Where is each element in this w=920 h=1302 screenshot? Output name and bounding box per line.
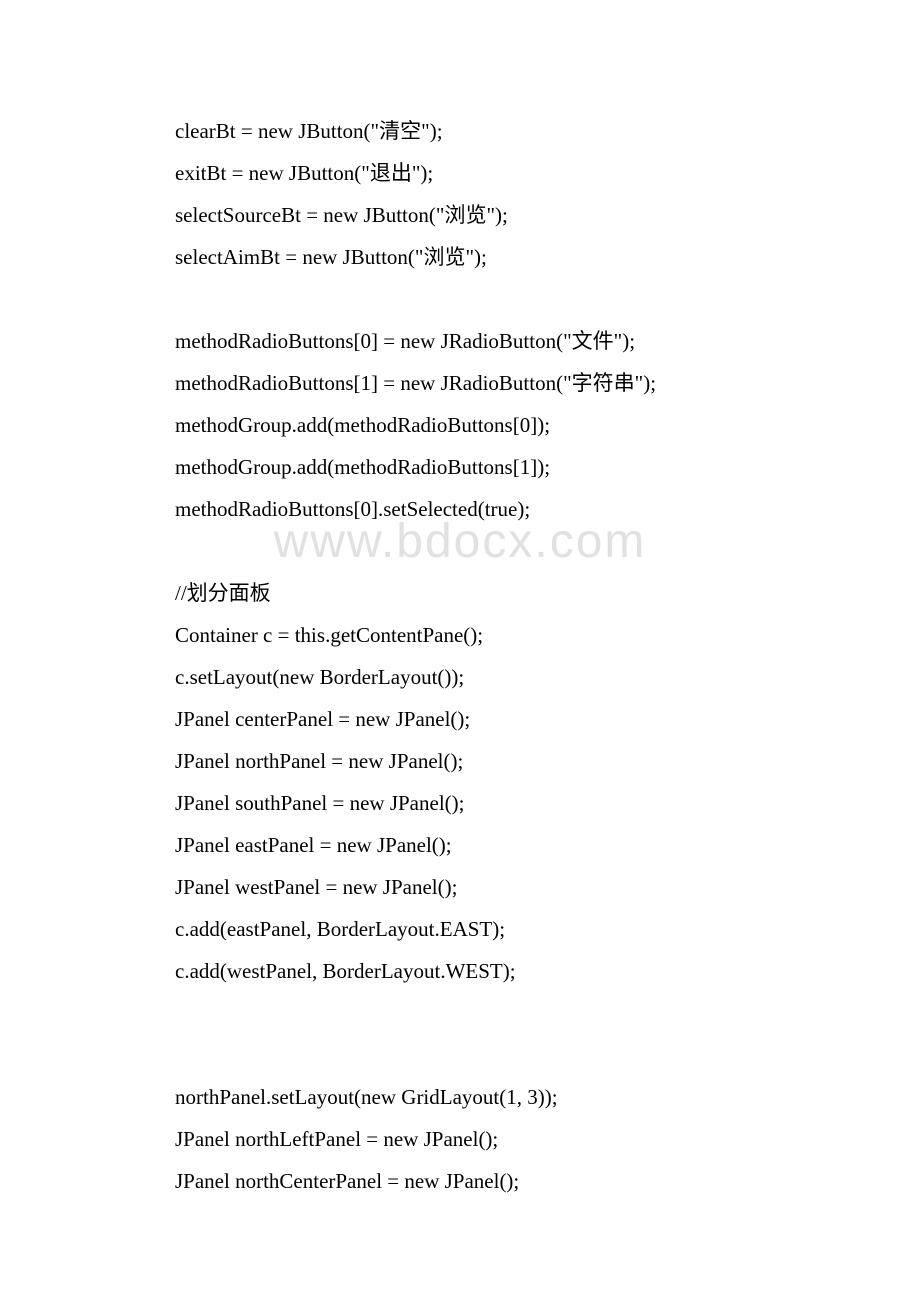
document-page: clearBt = new JButton("清空"); exitBt = ne… [0,0,920,1292]
blank-line [175,1034,775,1076]
code-line: JPanel eastPanel = new JPanel(); [175,824,775,866]
code-line: selectSourceBt = new JButton("浏览"); [175,194,775,236]
code-line: Container c = this.getContentPane(); [175,614,775,656]
code-line: exitBt = new JButton("退出"); [175,152,775,194]
code-line: c.setLayout(new BorderLayout()); [175,656,775,698]
code-line: JPanel centerPanel = new JPanel(); [175,698,775,740]
code-line: JPanel northCenterPanel = new JPanel(); [175,1160,775,1202]
code-line: methodRadioButtons[0] = new JRadioButton… [175,320,775,362]
blank-line [175,992,775,1034]
code-line: selectAimBt = new JButton("浏览"); [175,236,775,278]
code-line: //划分面板 [175,572,775,614]
code-line: JPanel westPanel = new JPanel(); [175,866,775,908]
code-line: JPanel northLeftPanel = new JPanel(); [175,1118,775,1160]
code-line: c.add(eastPanel, BorderLayout.EAST); [175,908,775,950]
code-line: clearBt = new JButton("清空"); [175,110,775,152]
code-line: c.add(westPanel, BorderLayout.WEST); [175,950,775,992]
code-line: northPanel.setLayout(new GridLayout(1, 3… [175,1076,775,1118]
code-line: methodRadioButtons[0].setSelected(true); [175,488,775,530]
blank-line [175,278,775,320]
code-line: methodGroup.add(methodRadioButtons[1]); [175,446,775,488]
code-line: JPanel northPanel = new JPanel(); [175,740,775,782]
code-line: methodRadioButtons[1] = new JRadioButton… [175,362,775,404]
code-line: JPanel southPanel = new JPanel(); [175,782,775,824]
code-line: methodGroup.add(methodRadioButtons[0]); [175,404,775,446]
blank-line [175,530,775,572]
